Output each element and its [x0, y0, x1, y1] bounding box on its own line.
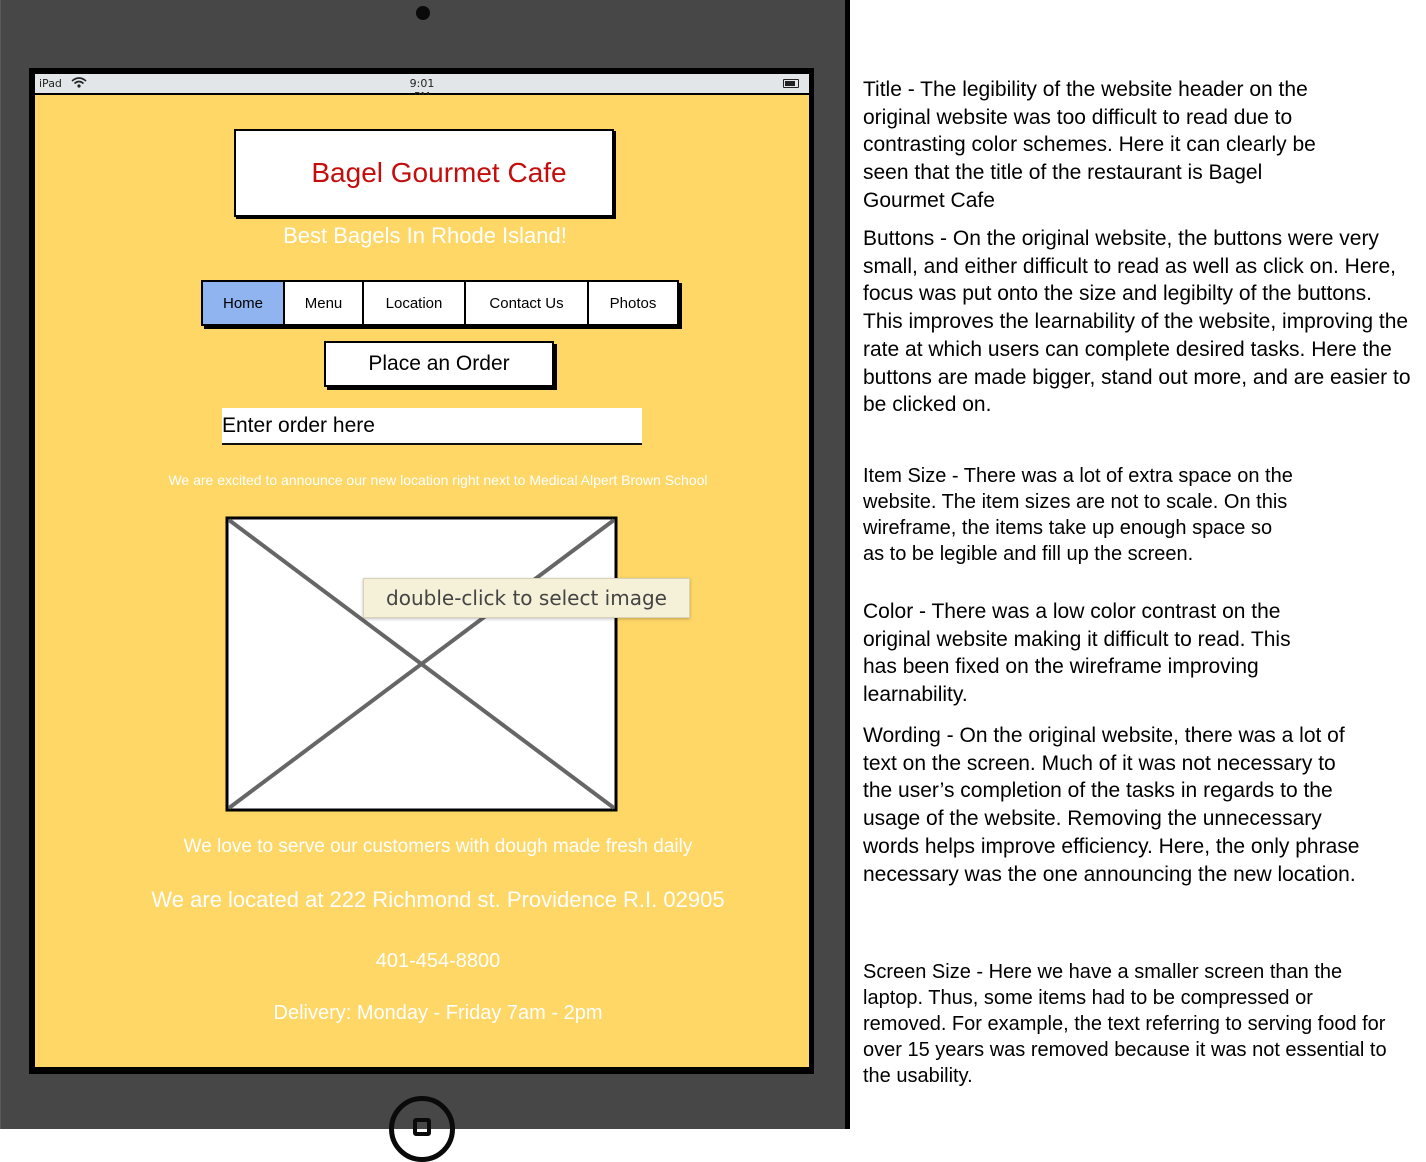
- site-title: Bagel Gourmet Cafe: [311, 157, 567, 188]
- home-button[interactable]: [389, 1096, 455, 1162]
- nav-menu[interactable]: Menu: [285, 282, 364, 324]
- note-color: Color - There was a low color contrast o…: [863, 600, 1291, 707]
- announcement-text: We are excited to announce our new locat…: [168, 472, 708, 488]
- note-title: Title - The legibility of the website he…: [863, 78, 1316, 212]
- nav-photos[interactable]: Photos: [589, 282, 677, 324]
- home-square-icon: [413, 1118, 431, 1136]
- dough-text: We love to serve our customers with doug…: [183, 836, 693, 857]
- ios-status-bar: iPad 9:01 PM: [35, 74, 809, 103]
- note-wording: Wording - On the original website, there…: [863, 724, 1360, 886]
- note-buttons: Buttons - On the original website, the b…: [863, 227, 1411, 417]
- site-tagline: Best Bagels In Rhode Island!: [283, 223, 567, 248]
- note-screen-size: Screen Size - Here we have a smaller scr…: [863, 961, 1387, 1087]
- panel-divider: [845, 0, 850, 1129]
- camera-dot: [416, 6, 430, 20]
- ipad-device-frame: iPad 9:01 PM Bagel Gourmet Cafe Best Bag…: [0, 0, 846, 1162]
- website-screen: Bagel Gourmet Cafe Best Bagels In Rhode …: [35, 95, 809, 1067]
- address-text: We are located at 222 Richmond st. Provi…: [151, 887, 725, 912]
- nav-contact-us[interactable]: Contact Us: [466, 282, 589, 324]
- wifi-icon: [71, 77, 87, 91]
- order-input[interactable]: [222, 408, 642, 445]
- nav-home[interactable]: Home: [203, 282, 285, 324]
- place-order-button[interactable]: Place an Order: [324, 341, 554, 387]
- image-placeholder[interactable]: [225, 516, 618, 812]
- image-tooltip: double-click to select image: [363, 578, 690, 618]
- nav-location[interactable]: Location: [364, 282, 466, 324]
- delivery-text: Delivery: Monday - Friday 7am - 2pm: [273, 1002, 603, 1024]
- device-label: iPad: [39, 77, 62, 90]
- battery-icon: [783, 79, 799, 88]
- main-nav: Home Menu Location Contact Us Photos: [201, 280, 679, 326]
- note-item-size: Item Size - There was a lot of extra spa…: [863, 465, 1293, 565]
- phone-text: 401-454-8800: [375, 950, 501, 972]
- site-title-box: Bagel Gourmet Cafe: [234, 129, 614, 217]
